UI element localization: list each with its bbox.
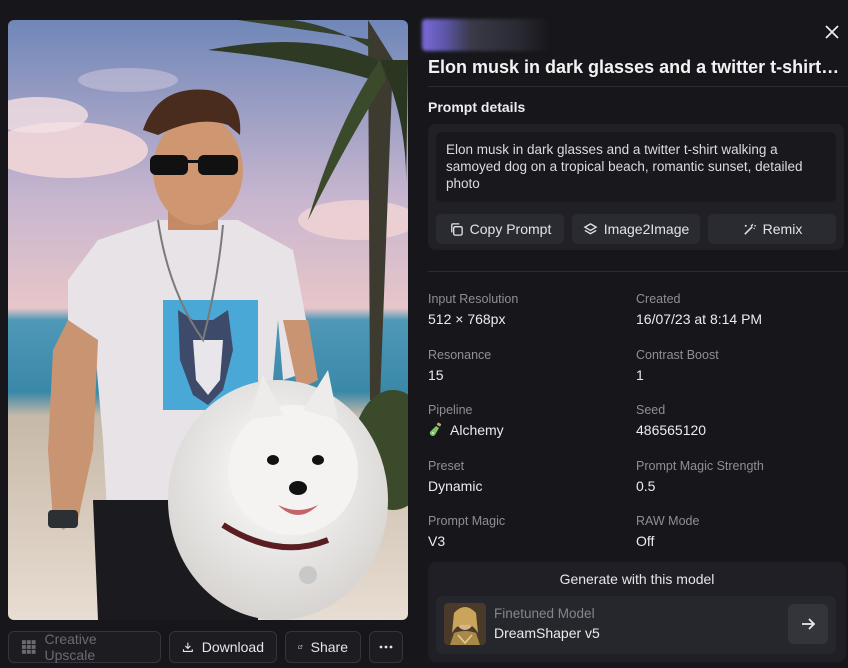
potion-icon	[429, 422, 442, 436]
copy-prompt-button[interactable]: Copy Prompt	[436, 214, 564, 244]
prompt-details-heading: Prompt details	[428, 99, 526, 115]
download-button[interactable]: Download	[169, 631, 277, 663]
title-divider	[428, 86, 848, 87]
magic-wand-icon	[743, 223, 756, 235]
prompt-actions: Copy Prompt Image2Image Remix	[436, 214, 836, 244]
layers-icon	[583, 222, 598, 234]
meta-label: Preset	[428, 458, 465, 473]
meta-value: 512 × 768px	[428, 311, 506, 327]
meta-label: Contrast Boost	[636, 347, 719, 362]
generate-with-model-title: Generate with this model	[559, 571, 715, 587]
image-action-bar: Creative Upscale Download Share	[8, 631, 403, 663]
image2image-button[interactable]: Image2Image	[572, 214, 700, 244]
share-button[interactable]: Share	[285, 631, 361, 663]
meta-value: 16/07/23 at 8:14 PM	[636, 311, 763, 327]
meta-value: Dynamic	[428, 477, 483, 494]
copy-prompt-label: Copy Prompt	[469, 221, 552, 237]
meta-label: Seed	[636, 403, 666, 417]
meta-label: Pipeline	[428, 403, 473, 417]
meta-preset: Preset Dynamic	[428, 459, 636, 515]
pipeline-value: Alchemy	[450, 422, 504, 438]
copy-icon	[450, 222, 463, 236]
meta-pipeline: Pipeline Alchemy	[428, 403, 636, 459]
model-thumbnail	[444, 603, 486, 645]
meta-label: RAW Mode	[636, 514, 700, 528]
meta-value: 0.5	[636, 477, 656, 494]
generated-image[interactable]	[8, 20, 408, 620]
meta-label: Resonance	[428, 347, 492, 362]
close-icon	[825, 25, 839, 39]
model-row[interactable]: Finetuned Model DreamShaper v5	[436, 596, 836, 654]
more-options-button[interactable]	[369, 631, 403, 663]
prompt-text: Elon musk in dark glasses and a twitter …	[436, 132, 836, 202]
meta-contrast-boost: Contrast Boost 1	[636, 348, 844, 404]
meta-label: Input Resolution	[428, 292, 519, 306]
meta-label: Prompt Magic Strength	[636, 458, 764, 473]
metadata-grid: Input Resolution 512 × 768px Created 16/…	[428, 292, 848, 570]
meta-value: Off	[636, 533, 655, 549]
meta-label: Prompt Magic	[428, 514, 506, 528]
arrow-right-icon	[802, 618, 816, 630]
meta-value: 15	[428, 366, 444, 383]
meta-label: Created	[636, 292, 681, 306]
user-avatar-blurred[interactable]	[422, 19, 550, 51]
meta-value: 1	[636, 366, 644, 383]
more-dots-icon	[379, 645, 393, 649]
model-thumbnail-image	[444, 603, 486, 645]
remix-label: Remix	[762, 221, 803, 237]
beach-scene-image	[8, 20, 408, 620]
model-kind: Finetuned Model	[494, 606, 595, 621]
creative-upscale-label: Creative Upscale	[44, 631, 97, 663]
prompt-divider	[428, 271, 848, 272]
share-label: Share	[310, 639, 348, 655]
meta-value-pipeline: Alchemy	[428, 421, 636, 439]
model-name: DreamShaper v5	[494, 625, 600, 641]
meta-resonance: Resonance 15	[428, 348, 636, 404]
meta-prompt-magic-strength: Prompt Magic Strength 0.5	[636, 459, 844, 515]
meta-input-resolution: Input Resolution 512 × 768px	[428, 292, 636, 348]
close-button[interactable]	[822, 22, 842, 42]
meta-created: Created 16/07/23 at 8:14 PM	[636, 292, 844, 348]
prompt-card: Elon musk in dark glasses and a twitter …	[428, 124, 844, 250]
download-label: Download	[201, 639, 264, 655]
grid-icon	[21, 640, 36, 654]
creative-upscale-button[interactable]: Creative Upscale	[8, 631, 161, 663]
meta-seed: Seed 486565120	[636, 403, 844, 459]
image2image-label: Image2Image	[603, 221, 690, 237]
details-panel: Elon musk in dark glasses and a twitter …	[418, 0, 848, 668]
share-external-icon	[298, 645, 303, 649]
meta-value: V3	[428, 533, 446, 549]
generation-title: Elon musk in dark glasses and a twitter …	[428, 57, 843, 77]
meta-value[interactable]: 486565120	[636, 421, 844, 439]
remix-button[interactable]: Remix	[708, 214, 836, 244]
use-model-button[interactable]	[788, 604, 828, 644]
generate-with-model-card: Generate with this model Finetuned Model…	[428, 562, 846, 662]
download-icon	[182, 642, 193, 652]
